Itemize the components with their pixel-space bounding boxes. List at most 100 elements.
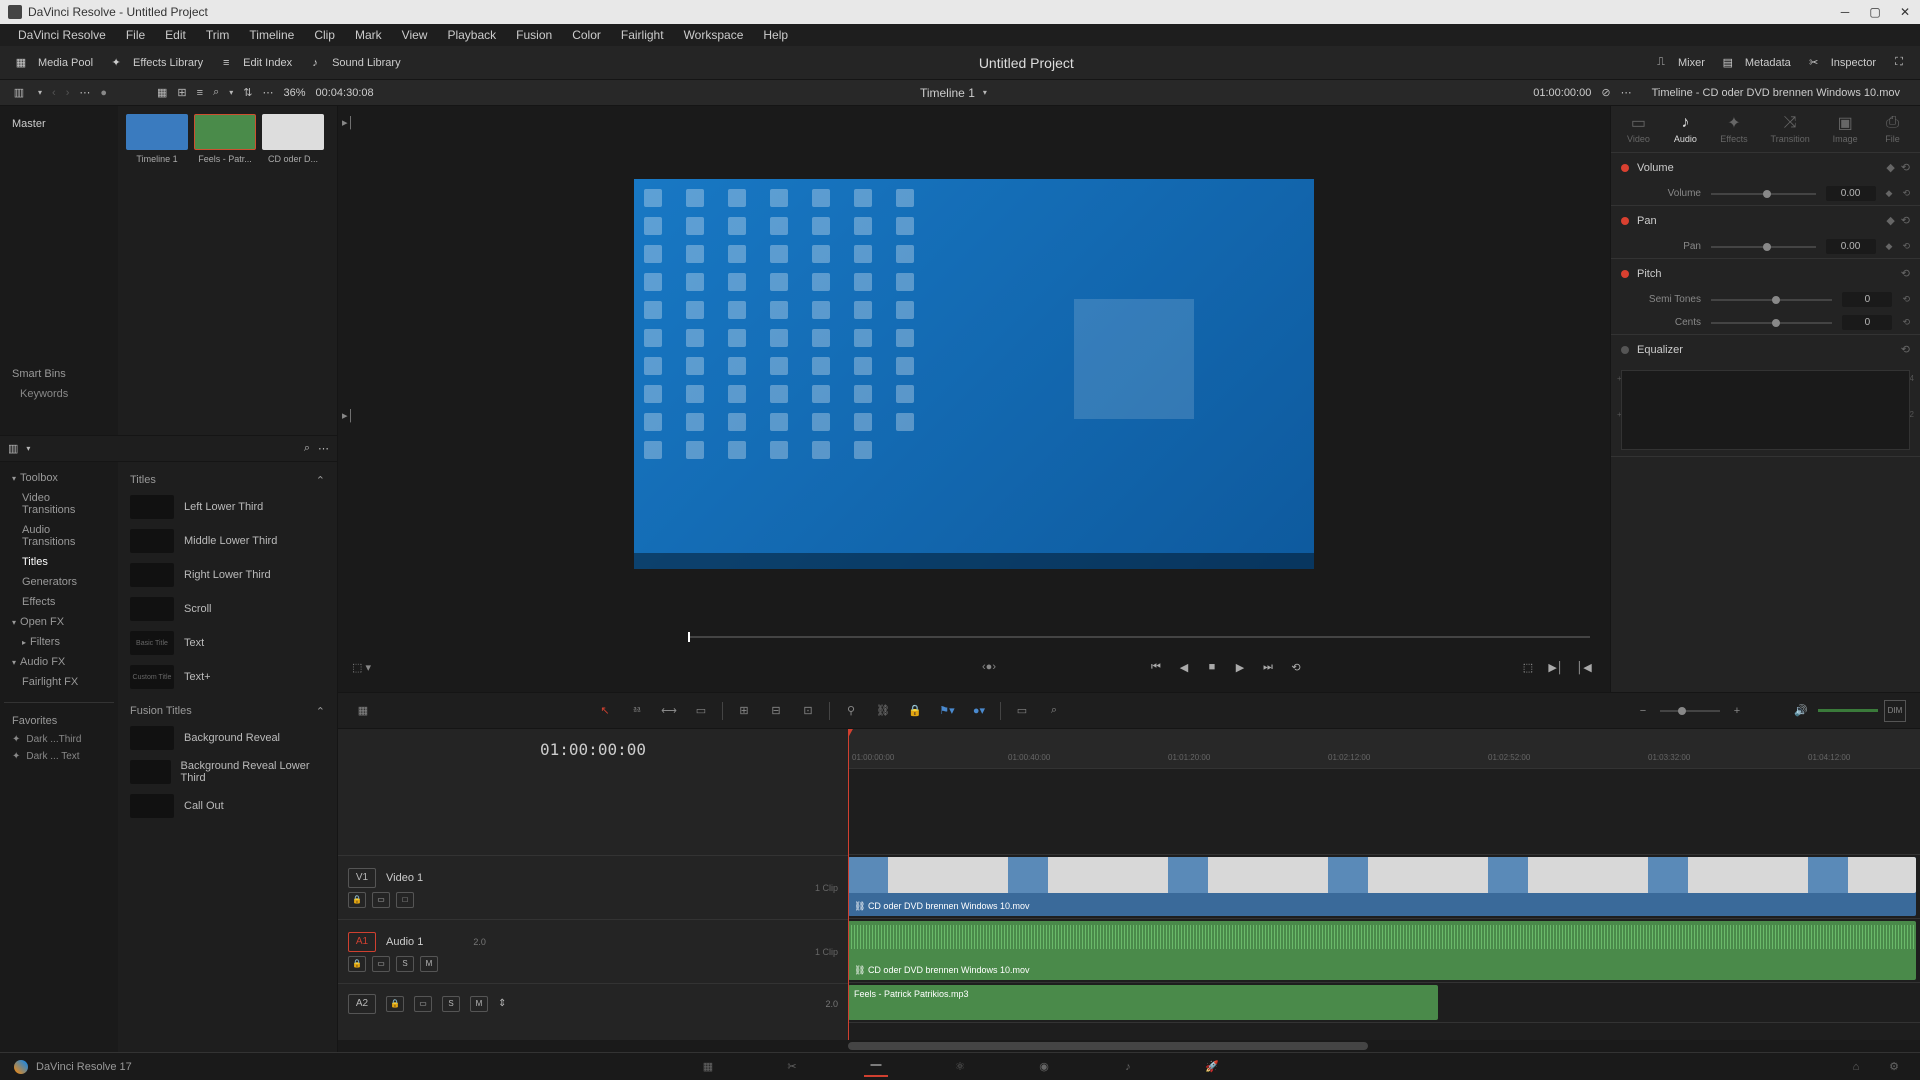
first-frame-button[interactable]: ⏮ [1144, 655, 1168, 679]
timeline-tracks[interactable]: 01:00:00:00 01:00:40:00 01:01:20:00 01:0… [848, 729, 1920, 1040]
auto-select-button[interactable]: ▭ [372, 956, 390, 972]
zoom-out-button[interactable]: − [1632, 700, 1654, 722]
fairlightfx-node[interactable]: Fairlight FX [4, 672, 114, 692]
menu-color[interactable]: Color [564, 26, 609, 44]
favorite-item[interactable]: ✦Dark ... Text [4, 748, 114, 765]
track-label[interactable]: A1 [348, 932, 376, 952]
media-page-button[interactable]: ▦ [696, 1057, 720, 1077]
trim-tool[interactable]: ⎂ [626, 700, 648, 722]
flag-tool[interactable]: ⚑▾ [936, 700, 958, 722]
next-frame-button[interactable]: ⏭ [1256, 655, 1280, 679]
clip-thumb[interactable]: Timeline 1 [126, 114, 188, 164]
chevron-down-icon[interactable]: ▾ [229, 88, 233, 97]
reset-icon[interactable]: ⟲ [1902, 294, 1910, 305]
reset-icon[interactable]: ⟲ [1901, 343, 1910, 356]
inspector-toggle[interactable]: ✂ Inspector [1805, 56, 1876, 70]
reset-icon[interactable]: ⟲ [1901, 267, 1910, 280]
timeline-view-options[interactable]: ▦ [352, 700, 374, 722]
clip-thumb[interactable]: CD oder D... [262, 114, 324, 164]
thumb-view-icon[interactable]: ▦ [157, 86, 167, 99]
viewer-options-icon[interactable]: ⋯ [1621, 86, 1632, 99]
volume-slider[interactable] [1711, 193, 1816, 195]
metadata-toggle[interactable]: ▤ Metadata [1719, 56, 1791, 70]
master-bin[interactable]: Master [8, 114, 110, 134]
play-button[interactable]: ▶ [1228, 655, 1252, 679]
media-pool-toggle[interactable]: ▦ Media Pool [12, 56, 93, 70]
reset-icon[interactable]: ⟲ [1902, 317, 1910, 328]
cents-slider[interactable] [1711, 322, 1832, 324]
insert-tool[interactable]: ⊞ [733, 700, 755, 722]
video-transitions-node[interactable]: Video Transitions [4, 488, 114, 520]
timeline-name-dropdown[interactable]: Timeline 1 [920, 86, 975, 100]
title-preset[interactable]: Right Lower Third [126, 559, 329, 591]
zoom-slider[interactable] [1660, 710, 1720, 712]
deliver-page-button[interactable]: 🚀 [1200, 1057, 1224, 1077]
list-view-icon[interactable]: ≡ [197, 87, 203, 99]
grid-view-icon[interactable]: ⊞ [177, 86, 186, 99]
fusion-title-preset[interactable]: Background Reveal Lower Third [126, 756, 329, 788]
track-label[interactable]: V1 [348, 868, 376, 888]
auto-select-button[interactable]: ▭ [414, 996, 432, 1012]
cents-value[interactable]: 0 [1842, 315, 1892, 330]
inspector-tab-image[interactable]: ▣Image [1833, 114, 1858, 144]
prev-icon[interactable]: ‹ [52, 87, 56, 99]
enable-dot-icon[interactable] [1621, 346, 1629, 354]
blade-tool[interactable]: ▭ [690, 700, 712, 722]
favorite-item[interactable]: ✦Dark ...Third [4, 731, 114, 748]
out-marker-icon[interactable]: ▸│ [342, 409, 354, 422]
zoom-in-button[interactable]: + [1726, 700, 1748, 722]
inspector-tab-file[interactable]: ⎙File [1881, 114, 1905, 144]
search-icon[interactable]: ⌕ [213, 86, 219, 99]
sound-library-toggle[interactable]: ♪ Sound Library [306, 56, 401, 70]
keywords-bin[interactable]: Keywords [8, 384, 110, 404]
menu-view[interactable]: View [394, 26, 436, 44]
equalizer-graph[interactable] [1621, 370, 1910, 450]
titles-node[interactable]: Titles [4, 552, 114, 572]
edit-page-button[interactable]: ⎯⎯ [864, 1057, 888, 1077]
pan-slider[interactable] [1711, 246, 1816, 248]
openfx-node[interactable]: Open FX [4, 612, 114, 632]
volume-section-header[interactable]: Volume ◆⟲ [1611, 153, 1920, 182]
chevron-down-icon[interactable]: ▾ [26, 444, 30, 453]
semitones-slider[interactable] [1711, 299, 1832, 301]
keyframe-icon[interactable]: ◆ [1886, 161, 1894, 174]
edit-index-toggle[interactable]: ≡ Edit Index [217, 56, 292, 70]
effects-library-toggle[interactable]: ✦ Effects Library [107, 56, 203, 70]
menu-mark[interactable]: Mark [347, 26, 390, 44]
record-icon[interactable]: ● [100, 87, 107, 99]
mute-icon[interactable]: 🔊 [1790, 700, 1812, 722]
menu-trim[interactable]: Trim [198, 26, 238, 44]
close-button[interactable]: ✕ [1898, 5, 1912, 19]
dynamic-trim-tool[interactable]: ⟷ [658, 700, 680, 722]
menu-davinci[interactable]: DaVinci Resolve [10, 26, 114, 44]
zoom-percent[interactable]: 36% [283, 87, 305, 99]
chevron-down-icon[interactable]: ▾ [983, 88, 987, 97]
titles-section-header[interactable]: Titles⌃ [126, 470, 329, 491]
title-preset[interactable]: Left Lower Third [126, 491, 329, 523]
keyframe-icon[interactable]: ◆ [1886, 214, 1894, 227]
enable-dot-icon[interactable] [1621, 270, 1629, 278]
chain-tool[interactable]: ⛓ [872, 700, 894, 722]
video-track-lane[interactable]: ⛓ CD oder DVD brennen Windows 10.mov [848, 855, 1920, 919]
favorites-header[interactable]: Favorites [4, 711, 114, 731]
audio-track-lane[interactable]: ⛓ CD oder DVD brennen Windows 10.mov [848, 919, 1920, 983]
menu-playback[interactable]: Playback [439, 26, 504, 44]
filters-node[interactable]: Filters [4, 632, 114, 652]
enable-dot-icon[interactable] [1621, 164, 1629, 172]
smart-bins-header[interactable]: Smart Bins [8, 364, 110, 384]
lock-tool[interactable]: 🔒 [904, 700, 926, 722]
color-page-button[interactable]: ◉ [1032, 1057, 1056, 1077]
options-icon[interactable]: ⋯ [318, 442, 329, 455]
mute-button[interactable]: M [470, 996, 488, 1012]
solo-button[interactable]: S [396, 956, 414, 972]
title-preset[interactable]: Middle Lower Third [126, 525, 329, 557]
lock-track-button[interactable]: 🔒 [386, 996, 404, 1012]
audio-clip[interactable]: ⛓ CD oder DVD brennen Windows 10.mov [848, 921, 1916, 980]
loop-button[interactable]: ⟲ [1284, 655, 1308, 679]
cut-page-button[interactable]: ✂ [780, 1057, 804, 1077]
options-icon[interactable]: ⋯ [262, 86, 273, 99]
audio-track-header[interactable]: A2 🔒 ▭ S M ⇕ 2.0 [338, 983, 848, 1023]
video-track-header[interactable]: V1 Video 1 🔒 ▭ □ 1 Clip [338, 855, 848, 919]
keyframe-icon[interactable]: ◆ [1886, 188, 1893, 199]
panel-layout-icon[interactable]: ▥ [8, 442, 18, 455]
